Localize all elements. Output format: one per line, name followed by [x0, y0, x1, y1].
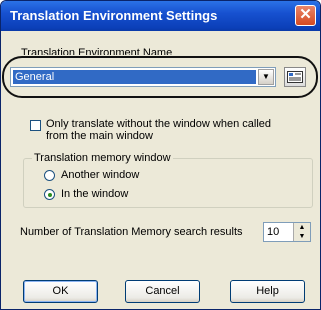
search-results-value[interactable]: 10	[267, 226, 279, 238]
spinner-buttons[interactable]: ▲ ▼	[293, 223, 310, 241]
close-button[interactable]: ✕	[295, 5, 316, 26]
ok-button[interactable]: OK	[23, 280, 98, 303]
help-button[interactable]: Help	[230, 280, 305, 303]
env-name-label: Translation Environment Name	[21, 48, 173, 55]
radio-another-window[interactable]	[44, 170, 55, 181]
search-results-label: Number of Translation Memory search resu…	[20, 226, 243, 238]
spin-down-icon[interactable]: ▼	[294, 232, 310, 241]
close-icon: ✕	[299, 6, 312, 23]
memory-window-group	[23, 158, 313, 208]
dialog-title: Translation Environment Settings	[10, 8, 218, 23]
memory-window-group-title: Translation memory window	[32, 152, 173, 164]
radio-in-window-label: In the window	[61, 188, 129, 200]
radio-another-window-label: Another window	[61, 169, 140, 181]
spin-up-icon[interactable]: ▲	[294, 223, 310, 232]
search-results-spinner[interactable]: 10 ▲ ▼	[263, 222, 311, 242]
cancel-button[interactable]: Cancel	[125, 280, 200, 303]
only-translate-label-line2: from the main window	[46, 130, 153, 142]
only-translate-checkbox[interactable]	[30, 120, 41, 131]
highlight-oval	[2, 56, 318, 98]
only-translate-label-line1: Only translate without the window when c…	[46, 118, 272, 130]
settings-dialog: Translation Environment Settings ✕ Trans…	[0, 0, 321, 310]
radio-in-window[interactable]	[44, 189, 55, 200]
title-bar[interactable]: Translation Environment Settings ✕	[1, 1, 320, 31]
radio-selected-dot	[48, 193, 52, 197]
